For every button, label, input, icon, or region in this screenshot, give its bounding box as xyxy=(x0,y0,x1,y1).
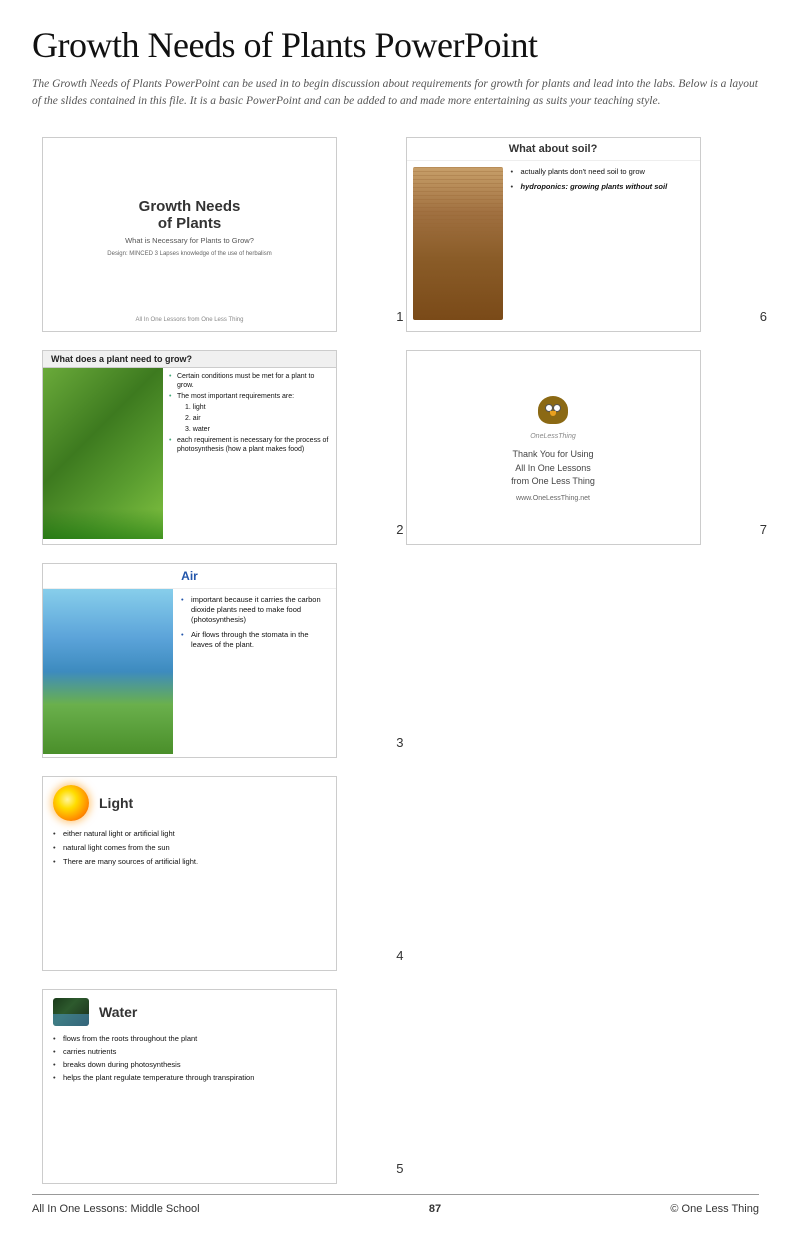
slide1-title: Growth Needsof Plants xyxy=(139,198,241,232)
owl-body xyxy=(538,396,568,424)
footer-page-number: 87 xyxy=(429,1203,441,1215)
slide-number-6: 6 xyxy=(760,309,767,324)
slide6-header: What about soil? xyxy=(407,138,700,161)
slide5-header: Water xyxy=(53,998,326,1026)
slides-grid: Growth Needsof Plants What is Necessary … xyxy=(32,129,759,1194)
slide3-header: Air xyxy=(43,564,336,589)
slide3-bullet-2: Air flows through the stomata in the lea… xyxy=(181,630,328,650)
slide-wrapper-1: Growth Needsof Plants What is Necessary … xyxy=(42,137,386,332)
slide-cell-7: OneLessThing Thank You for UsingAll In O… xyxy=(396,342,760,555)
slide5-title: Water xyxy=(99,1004,137,1020)
water-icon xyxy=(53,998,89,1026)
slide5-bullet-2: carries nutrients xyxy=(53,1047,326,1057)
slide-cell-2: What does a plant need to grow? Certain … xyxy=(32,342,396,555)
slide5-text: flows from the roots throughout the plan… xyxy=(53,1034,326,1084)
slide4-text: either natural light or artificial light… xyxy=(53,829,326,867)
slide6-body: actually plants don't need soil to grow … xyxy=(407,161,700,326)
slide1-subtitle: What is Necessary for Plants to Grow? xyxy=(125,236,254,245)
slide2-bullet-3: each requirement is necessary for the pr… xyxy=(169,436,330,454)
slide4-bullet-2: natural light comes from the sun xyxy=(53,843,326,853)
slide1-credit: Design: MINCED 3 Lapses knowledge of the… xyxy=(107,251,271,257)
footer-right: © One Less Thing xyxy=(670,1203,759,1215)
slide-1: Growth Needsof Plants What is Necessary … xyxy=(42,137,337,332)
slide-wrapper-7: OneLessThing Thank You for UsingAll In O… xyxy=(406,350,750,545)
slide5-bullet-3: breaks down during photosynthesis xyxy=(53,1060,326,1070)
slide-5: Water flows from the roots throughout th… xyxy=(42,989,337,1184)
slide6-image xyxy=(413,167,503,320)
slide2-body: Certain conditions must be met for a pla… xyxy=(43,368,336,539)
owl-beak xyxy=(550,411,556,416)
slide2-image xyxy=(43,368,163,539)
slide5-bullet-1: flows from the roots throughout the plan… xyxy=(53,1034,326,1044)
slide-wrapper-6: What about soil? actually plants don't n… xyxy=(406,137,750,332)
slide-cell-empty xyxy=(396,555,760,768)
slide2-sub-3: 3. water xyxy=(169,425,330,434)
slide2-bullet-1: Certain conditions must be met for a pla… xyxy=(169,372,330,390)
slide-cell-1: Growth Needsof Plants What is Necessary … xyxy=(32,129,396,342)
slide4-header: Light xyxy=(53,785,326,821)
owl-icon xyxy=(533,392,573,427)
slide4-bullet-3: There are many sources of artificial lig… xyxy=(53,857,326,867)
slide-cell-5: Water flows from the roots throughout th… xyxy=(32,981,396,1194)
slide-cell-3: Air important because it carries the car… xyxy=(32,555,396,768)
slide-2: What does a plant need to grow? Certain … xyxy=(42,350,337,545)
slide4-bullet-1: either natural light or artificial light xyxy=(53,829,326,839)
page-title: Growth Needs of Plants PowerPoint xyxy=(32,24,759,66)
slide-wrapper-5: Water flows from the roots throughout th… xyxy=(42,989,386,1184)
slide-7: OneLessThing Thank You for UsingAll In O… xyxy=(406,350,701,545)
slide1-footer: All In One Lessons from One Less Thing xyxy=(136,317,244,323)
slide-wrapper-2: What does a plant need to grow? Certain … xyxy=(42,350,386,545)
slide-cell-6: What about soil? actually plants don't n… xyxy=(396,129,760,342)
slide3-bullet-1: important because it carries the carbon … xyxy=(181,595,328,625)
slide2-sub-2: 2. air xyxy=(169,414,330,423)
slide3-body: important because it carries the carbon … xyxy=(43,589,336,754)
slide3-image xyxy=(43,589,173,754)
slide-wrapper-4: Light either natural light or artificial… xyxy=(42,776,386,971)
slide-cell-4: Light either natural light or artificial… xyxy=(32,768,396,981)
page-footer: All In One Lessons: Middle School 87 © O… xyxy=(32,1194,759,1215)
slide7-url: www.OneLessThing.net xyxy=(516,495,590,502)
slide4-title: Light xyxy=(99,795,133,811)
slide2-header: What does a plant need to grow? xyxy=(43,351,336,368)
page-description: The Growth Needs of Plants PowerPoint ca… xyxy=(32,76,759,111)
slide-number-7: 7 xyxy=(760,522,767,537)
slide-cell-empty-2 xyxy=(396,768,760,981)
slide2-bullet-2: The most important requirements are: xyxy=(169,392,330,401)
sun-icon xyxy=(53,785,89,821)
slide2-text: Certain conditions must be met for a pla… xyxy=(163,368,336,539)
slide7-logo: OneLessThing xyxy=(530,433,576,440)
slide6-bullet-1: actually plants don't need soil to grow xyxy=(511,167,694,177)
slide-6: What about soil? actually plants don't n… xyxy=(406,137,701,332)
slide5-bullet-4: helps the plant regulate temperature thr… xyxy=(53,1073,326,1083)
footer-left: All In One Lessons: Middle School xyxy=(32,1203,200,1215)
slide-wrapper-3: Air important because it carries the car… xyxy=(42,563,386,758)
slide6-text: actually plants don't need soil to grow … xyxy=(511,167,694,320)
slide3-text: important because it carries the carbon … xyxy=(173,589,336,754)
slide-3: Air important because it carries the car… xyxy=(42,563,337,758)
slide7-text: Thank You for UsingAll In One Lessonsfro… xyxy=(511,448,595,489)
slide6-bullet-2: hydroponics: growing plants without soil xyxy=(511,182,694,192)
slide-4: Light either natural light or artificial… xyxy=(42,776,337,971)
slide2-sub-1: 1. light xyxy=(169,403,330,412)
slide-cell-empty-3 xyxy=(396,981,760,1194)
